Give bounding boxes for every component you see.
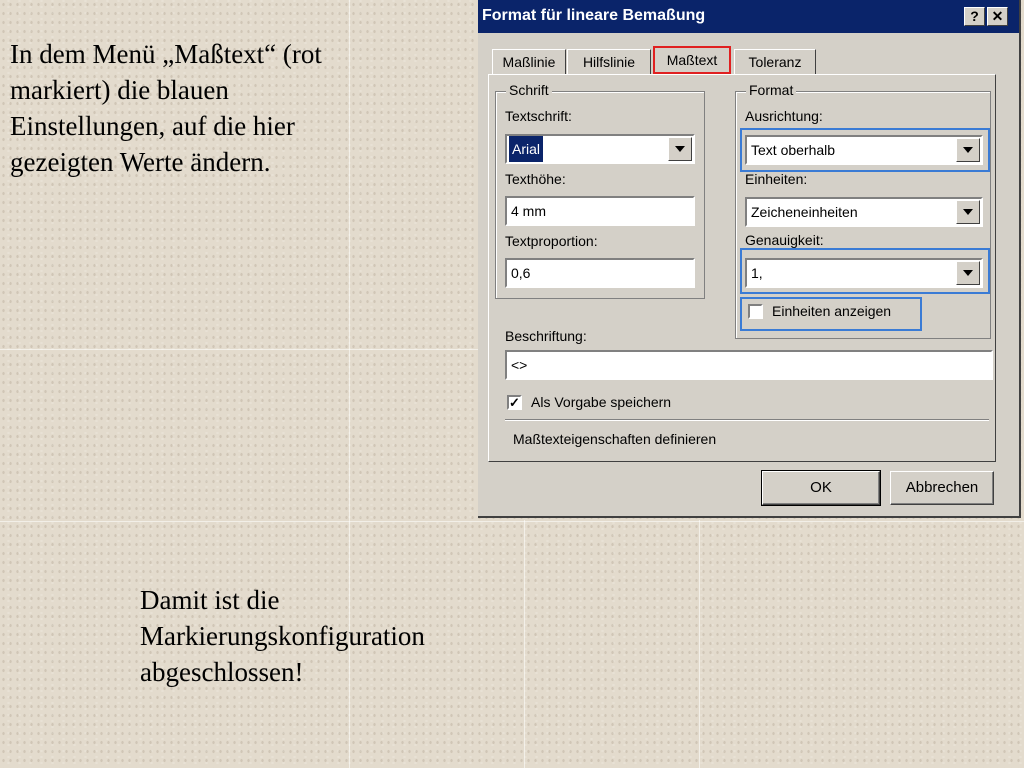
ausrichtung-select[interactable]: Text oberhalb (745, 135, 983, 165)
divider (505, 419, 989, 421)
tab-masslinie[interactable]: Maßlinie (492, 49, 566, 75)
background-gridline (0, 349, 478, 350)
texthoehe-label: Texthöhe: (505, 171, 566, 187)
cancel-button[interactable]: Abbrechen (890, 471, 994, 505)
dialog-title: Format für lineare Bemaßung (482, 7, 706, 24)
tab-hilfslinie[interactable]: Hilfslinie (567, 49, 651, 75)
genauigkeit-label: Genauigkeit: (745, 232, 824, 248)
close-button[interactable]: ✕ (987, 7, 1008, 26)
background-gridline (699, 520, 700, 768)
einheiten-label: Einheiten: (745, 171, 808, 187)
tab-panel: Schrift Textschrift: Arial Texthöhe: 4 m… (488, 74, 996, 462)
instruction-text: In dem Menü „Maßtext“ (rot markiert) die… (10, 39, 322, 177)
textschrift-select[interactable]: Arial (505, 134, 695, 164)
chevron-down-icon[interactable] (668, 137, 692, 161)
texthoehe-input[interactable]: 4 mm (505, 196, 695, 226)
einheiten-value: Zeicheneinheiten (751, 204, 858, 220)
help-button[interactable]: ? (964, 7, 985, 26)
background-gridline (0, 521, 1024, 522)
ausrichtung-value: Text oberhalb (751, 142, 836, 158)
einheiten-anzeigen-checkbox[interactable] (748, 304, 763, 319)
einheiten-select[interactable]: Zeicheneinheiten (745, 197, 983, 227)
format-legend: Format (746, 82, 797, 98)
textproportion-input[interactable]: 0,6 (505, 258, 695, 288)
beschriftung-label: Beschriftung: (505, 328, 587, 344)
einheiten-anzeigen-label[interactable]: Einheiten anzeigen (772, 303, 891, 319)
als-vorgabe-checkbox[interactable]: ✓ (507, 395, 522, 410)
genauigkeit-select[interactable]: 1, (745, 258, 983, 288)
textschrift-value: Arial (509, 136, 544, 162)
ausrichtung-label: Ausrichtung: (745, 108, 823, 124)
ok-button[interactable]: OK (761, 470, 881, 506)
beschriftung-input[interactable]: <> (505, 350, 993, 380)
chevron-down-icon[interactable] (956, 138, 980, 162)
dimension-format-dialog: Format für lineare Bemaßung ? ✕ Maßlinie… (478, 0, 1021, 518)
als-vorgabe-label[interactable]: Als Vorgabe speichern (531, 394, 671, 410)
textschrift-label: Textschrift: (505, 108, 572, 124)
chevron-down-icon[interactable] (956, 261, 980, 285)
dialog-titlebar[interactable]: Format für lineare Bemaßung ? ✕ (478, 0, 1019, 33)
schrift-legend: Schrift (506, 82, 552, 98)
genauigkeit-value: 1, (751, 265, 763, 281)
conclusion-text: Damit ist die Markierungskonfiguration a… (140, 585, 425, 687)
chevron-down-icon[interactable] (956, 200, 980, 224)
textproportion-label: Textproportion: (505, 233, 598, 249)
status-text: Maßtexteigenschaften definieren (513, 431, 717, 447)
tab-toleranz[interactable]: Toleranz (734, 49, 816, 75)
tab-masstext[interactable]: Maßtext (653, 46, 731, 74)
